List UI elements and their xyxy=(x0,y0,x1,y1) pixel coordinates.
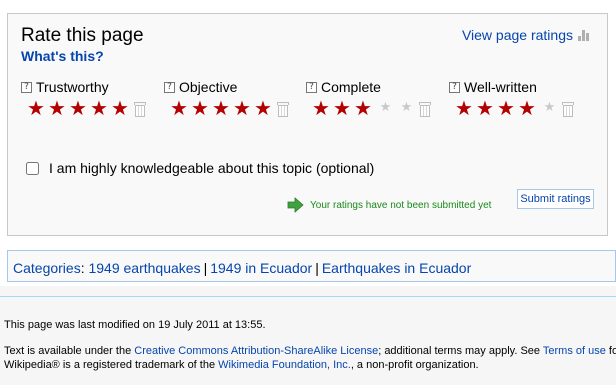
rating-criterion: ? Trustworthy ★ ★ ★ ★ ★ xyxy=(21,79,146,118)
star-filled-icon[interactable]: ★ xyxy=(212,98,233,118)
clear-rating-icon[interactable] xyxy=(134,101,146,117)
categories-label: Categories xyxy=(13,260,81,276)
clear-rating-icon[interactable] xyxy=(562,101,574,117)
submission-status: Your ratings have not been submitted yet xyxy=(287,197,491,213)
criterion-label-row: ? Well-written xyxy=(449,79,572,95)
trademark-post: , a non-profit organization. xyxy=(350,359,479,371)
star-filled-icon[interactable]: ★ xyxy=(90,98,111,118)
bar-chart-icon xyxy=(578,29,589,41)
license-post: for xyxy=(608,345,616,357)
star-filled-icon[interactable]: ★ xyxy=(69,98,90,118)
wikimedia-foundation-link[interactable]: Wikimedia Foundation, Inc. xyxy=(218,359,351,371)
trademark-pre: Wikipedia® is a registered trademark of … xyxy=(4,359,219,371)
star-filled-icon[interactable]: ★ xyxy=(233,98,254,118)
criterion-label: Objective xyxy=(179,79,238,95)
category-links: Categories: 1949 earthquakes | 1949 in Ecu… xyxy=(7,250,616,282)
view-page-ratings-label: View page ratings xyxy=(461,27,573,43)
star-rating: ★ ★ ★ ★ ★ xyxy=(312,98,431,118)
category-link[interactable]: 1949 in Ecuador xyxy=(210,260,312,276)
star-filled-icon[interactable]: ★ xyxy=(48,98,69,118)
star-empty-icon[interactable]: ★ xyxy=(375,98,396,118)
category-link[interactable]: Earthquakes in Ecuador xyxy=(322,260,471,276)
help-icon[interactable]: ? xyxy=(21,81,32,93)
knowledgeable-checkbox[interactable] xyxy=(26,161,39,175)
rating-criterion: ? Objective ★ ★ ★ ★ ★ xyxy=(164,79,289,118)
license-pre: Text is available under the xyxy=(4,345,135,357)
star-empty-icon[interactable]: ★ xyxy=(539,98,560,118)
criterion-label-row: ? Complete xyxy=(306,79,429,95)
star-filled-icon[interactable]: ★ xyxy=(312,98,333,118)
category-link[interactable]: 1949 earthquakes xyxy=(88,260,200,276)
status-text: Your ratings have not been submitted yet xyxy=(310,199,492,211)
categories-label-link[interactable]: Categories xyxy=(13,260,81,276)
license-text: Text is available under the Creative Com… xyxy=(4,344,616,358)
criterion-label: Well-written xyxy=(464,79,537,95)
criterion-label-row: ? Objective xyxy=(164,79,287,95)
star-rating: ★ ★ ★ ★ ★ xyxy=(170,98,289,118)
knowledgeable-option: I am highly knowledgeable about this top… xyxy=(26,160,374,176)
criterion-label: Complete xyxy=(321,79,381,95)
cc-license-link[interactable]: Creative Commons Attribution-ShareAlike … xyxy=(134,345,378,357)
whats-this-link[interactable]: What's this? xyxy=(21,48,104,64)
categories-colon: : xyxy=(80,260,85,276)
rating-criterion: ? Complete ★ ★ ★ ★ ★ xyxy=(306,79,431,118)
help-icon[interactable]: ? xyxy=(306,81,317,93)
star-filled-icon[interactable]: ★ xyxy=(455,98,476,118)
star-rating: ★ ★ ★ ★ ★ xyxy=(455,98,574,118)
footer-divider xyxy=(0,296,616,297)
clear-rating-icon[interactable] xyxy=(419,101,431,117)
view-page-ratings-link[interactable]: View page ratings xyxy=(462,27,589,43)
page-area: Rate this page What's this? View page ra… xyxy=(0,0,616,286)
star-filled-icon[interactable]: ★ xyxy=(333,98,354,118)
star-filled-icon[interactable]: ★ xyxy=(354,98,375,118)
star-empty-icon[interactable]: ★ xyxy=(396,98,417,118)
license-mid: ; additional terms may apply. See xyxy=(378,345,543,357)
help-icon[interactable]: ? xyxy=(164,81,175,93)
star-filled-icon[interactable]: ★ xyxy=(497,98,518,118)
star-filled-icon[interactable]: ★ xyxy=(27,98,48,118)
star-filled-icon[interactable]: ★ xyxy=(170,98,191,118)
clear-rating-icon[interactable] xyxy=(277,101,289,117)
knowledgeable-label: I am highly knowledgeable about this top… xyxy=(49,160,375,176)
star-filled-icon[interactable]: ★ xyxy=(518,98,539,118)
star-rating: ★ ★ ★ ★ ★ xyxy=(27,98,146,118)
star-filled-icon[interactable]: ★ xyxy=(111,98,132,118)
rating-panel: Rate this page What's this? View page ra… xyxy=(7,13,608,236)
rating-title: Rate this page xyxy=(21,25,144,46)
trademark-text: Wikipedia® is a registered trademark of … xyxy=(4,358,616,372)
help-icon[interactable]: ? xyxy=(449,81,460,93)
criterion-label: Trustworthy xyxy=(36,79,109,95)
star-filled-icon[interactable]: ★ xyxy=(191,98,212,118)
category-separator: | xyxy=(203,260,208,276)
footer: This page was last modified on 19 July 2… xyxy=(4,318,616,372)
last-modified-text: This page was last modified on 19 July 2… xyxy=(4,319,266,331)
submit-ratings-button[interactable]: Submit ratings xyxy=(517,189,594,209)
criterion-label-row: ? Trustworthy xyxy=(21,79,144,95)
star-filled-icon[interactable]: ★ xyxy=(254,98,275,118)
star-filled-icon[interactable]: ★ xyxy=(476,98,497,118)
green-arrow-icon xyxy=(287,197,304,213)
rating-criterion: ? Well-written ★ ★ ★ ★ ★ xyxy=(449,79,574,118)
category-separator: | xyxy=(315,260,319,276)
terms-of-use-link[interactable]: Terms of use xyxy=(543,345,606,357)
